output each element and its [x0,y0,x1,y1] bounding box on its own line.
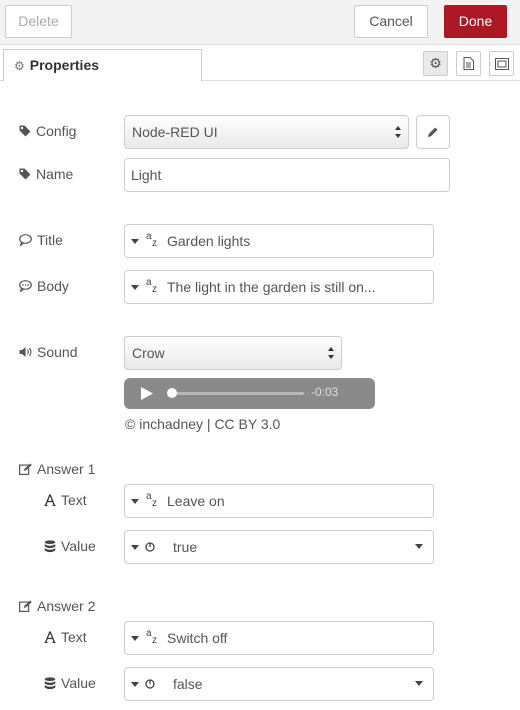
title-label-text: Title [37,232,63,248]
answer2-text-input[interactable]: az Switch off [124,621,434,655]
gear-icon: ⚙ [429,55,442,71]
speaker-icon [19,347,32,357]
answer2-value-value: false [173,676,203,692]
string-type-icon: az [146,277,157,295]
answer1-value-label: Value [44,536,96,556]
answer2-value-label-text: Value [61,675,96,691]
database-icon [44,676,56,689]
string-type-icon: az [146,491,157,509]
answer1-text-type-selector[interactable]: az [125,485,165,517]
title-type-selector[interactable]: az [125,225,165,257]
caret-down-icon [131,544,139,550]
name-label-text: Name [36,166,74,182]
edit-icon [19,600,32,612]
select-arrows-icon [328,347,334,359]
sound-select[interactable]: Crow [124,336,342,370]
document-icon [463,57,474,70]
caret-down-icon [131,681,139,687]
sound-credit: © inchadney | CC BY 3.0 [125,416,281,432]
audio-player: -0:03 [124,378,375,409]
answer2-text-value: Switch off [167,630,228,646]
play-icon[interactable] [141,387,153,400]
speech-bubble-icon [19,234,32,246]
answer2-text-label: Text [44,627,87,647]
frame-icon [494,57,509,70]
cancel-button[interactable]: Cancel [354,5,428,38]
chevron-down-icon [415,544,423,549]
pencil-icon [428,127,438,137]
config-label: Config [19,121,76,141]
body-label: Body [19,276,69,296]
font-icon [44,494,56,506]
database-icon [44,539,56,552]
tab-properties[interactable]: ⚙ Properties [3,49,202,82]
name-label: Name [19,164,73,184]
audio-progress-track[interactable] [171,392,304,395]
answer1-value-type-selector[interactable] [125,531,165,563]
done-button[interactable]: Done [444,5,507,38]
caret-down-icon [131,238,139,244]
answer1-text-label-text: Text [61,492,87,508]
answer2-label-text: Answer 2 [37,598,96,614]
answer2-text-type-selector[interactable]: az [125,622,165,654]
caret-down-icon [131,635,139,641]
answer1-label-text: Answer 1 [37,461,96,477]
answer1-value-label-text: Value [61,538,96,554]
config-label-text: Config [36,123,77,139]
tab-properties-label: Properties [29,57,100,73]
config-value: Node-RED UI [132,124,218,140]
config-select[interactable]: Node-RED UI [124,115,409,149]
tag-icon [19,125,31,137]
tray-toolbar: Delete Cancel Done [0,0,520,45]
answer1-text-value: Leave on [167,493,225,509]
body-value: The light in the garden is still on... [167,279,376,295]
title-typed-input[interactable]: az Garden lights [124,224,434,258]
answer2-value-label: Value [44,673,96,693]
sound-value: Crow [132,345,165,361]
edit-config-button[interactable] [416,115,450,149]
tag-icon [19,168,31,180]
name-input[interactable]: Light [124,158,450,192]
chevron-down-icon [415,681,423,686]
answer2-label: Answer 2 [19,596,95,616]
select-arrows-icon [395,126,401,138]
delete-button[interactable]: Delete [5,5,72,38]
answer2-value-select[interactable]: false [124,667,434,701]
boolean-toggle-icon [145,542,155,552]
title-label: Title [19,230,63,250]
answer1-text-label: Text [44,490,87,510]
string-type-icon: az [146,628,157,646]
node-description-tab[interactable] [456,51,481,76]
answer1-text-input[interactable]: az Leave on [124,484,434,518]
answer1-value-select[interactable]: true [124,530,434,564]
answer2-value-type-selector[interactable] [125,668,165,700]
font-icon [44,631,56,643]
body-typed-input[interactable]: az The light in the garden is still on..… [124,270,434,304]
edit-icon [19,463,32,475]
body-type-selector[interactable]: az [125,271,165,303]
audio-progress-knob[interactable] [167,388,177,398]
sound-label: Sound [19,342,77,362]
body-label-text: Body [37,278,69,294]
caret-down-icon [131,284,139,290]
caret-down-icon [131,498,139,504]
speech-bubbles-icon [19,280,32,292]
answer2-text-label-text: Text [61,629,87,645]
node-settings-tab[interactable]: ⚙ [423,51,448,76]
tab-bar: ⚙ Properties ⚙ [0,45,520,82]
title-value: Garden lights [167,233,251,249]
string-type-icon: az [146,231,157,249]
gear-icon: ⚙ [14,59,25,73]
node-appearance-tab[interactable] [489,51,514,76]
answer1-value-value: true [173,539,198,555]
answer1-label: Answer 1 [19,459,95,479]
sound-label-text: Sound [37,344,78,360]
audio-time: -0:03 [311,385,339,399]
boolean-toggle-icon [145,679,155,689]
